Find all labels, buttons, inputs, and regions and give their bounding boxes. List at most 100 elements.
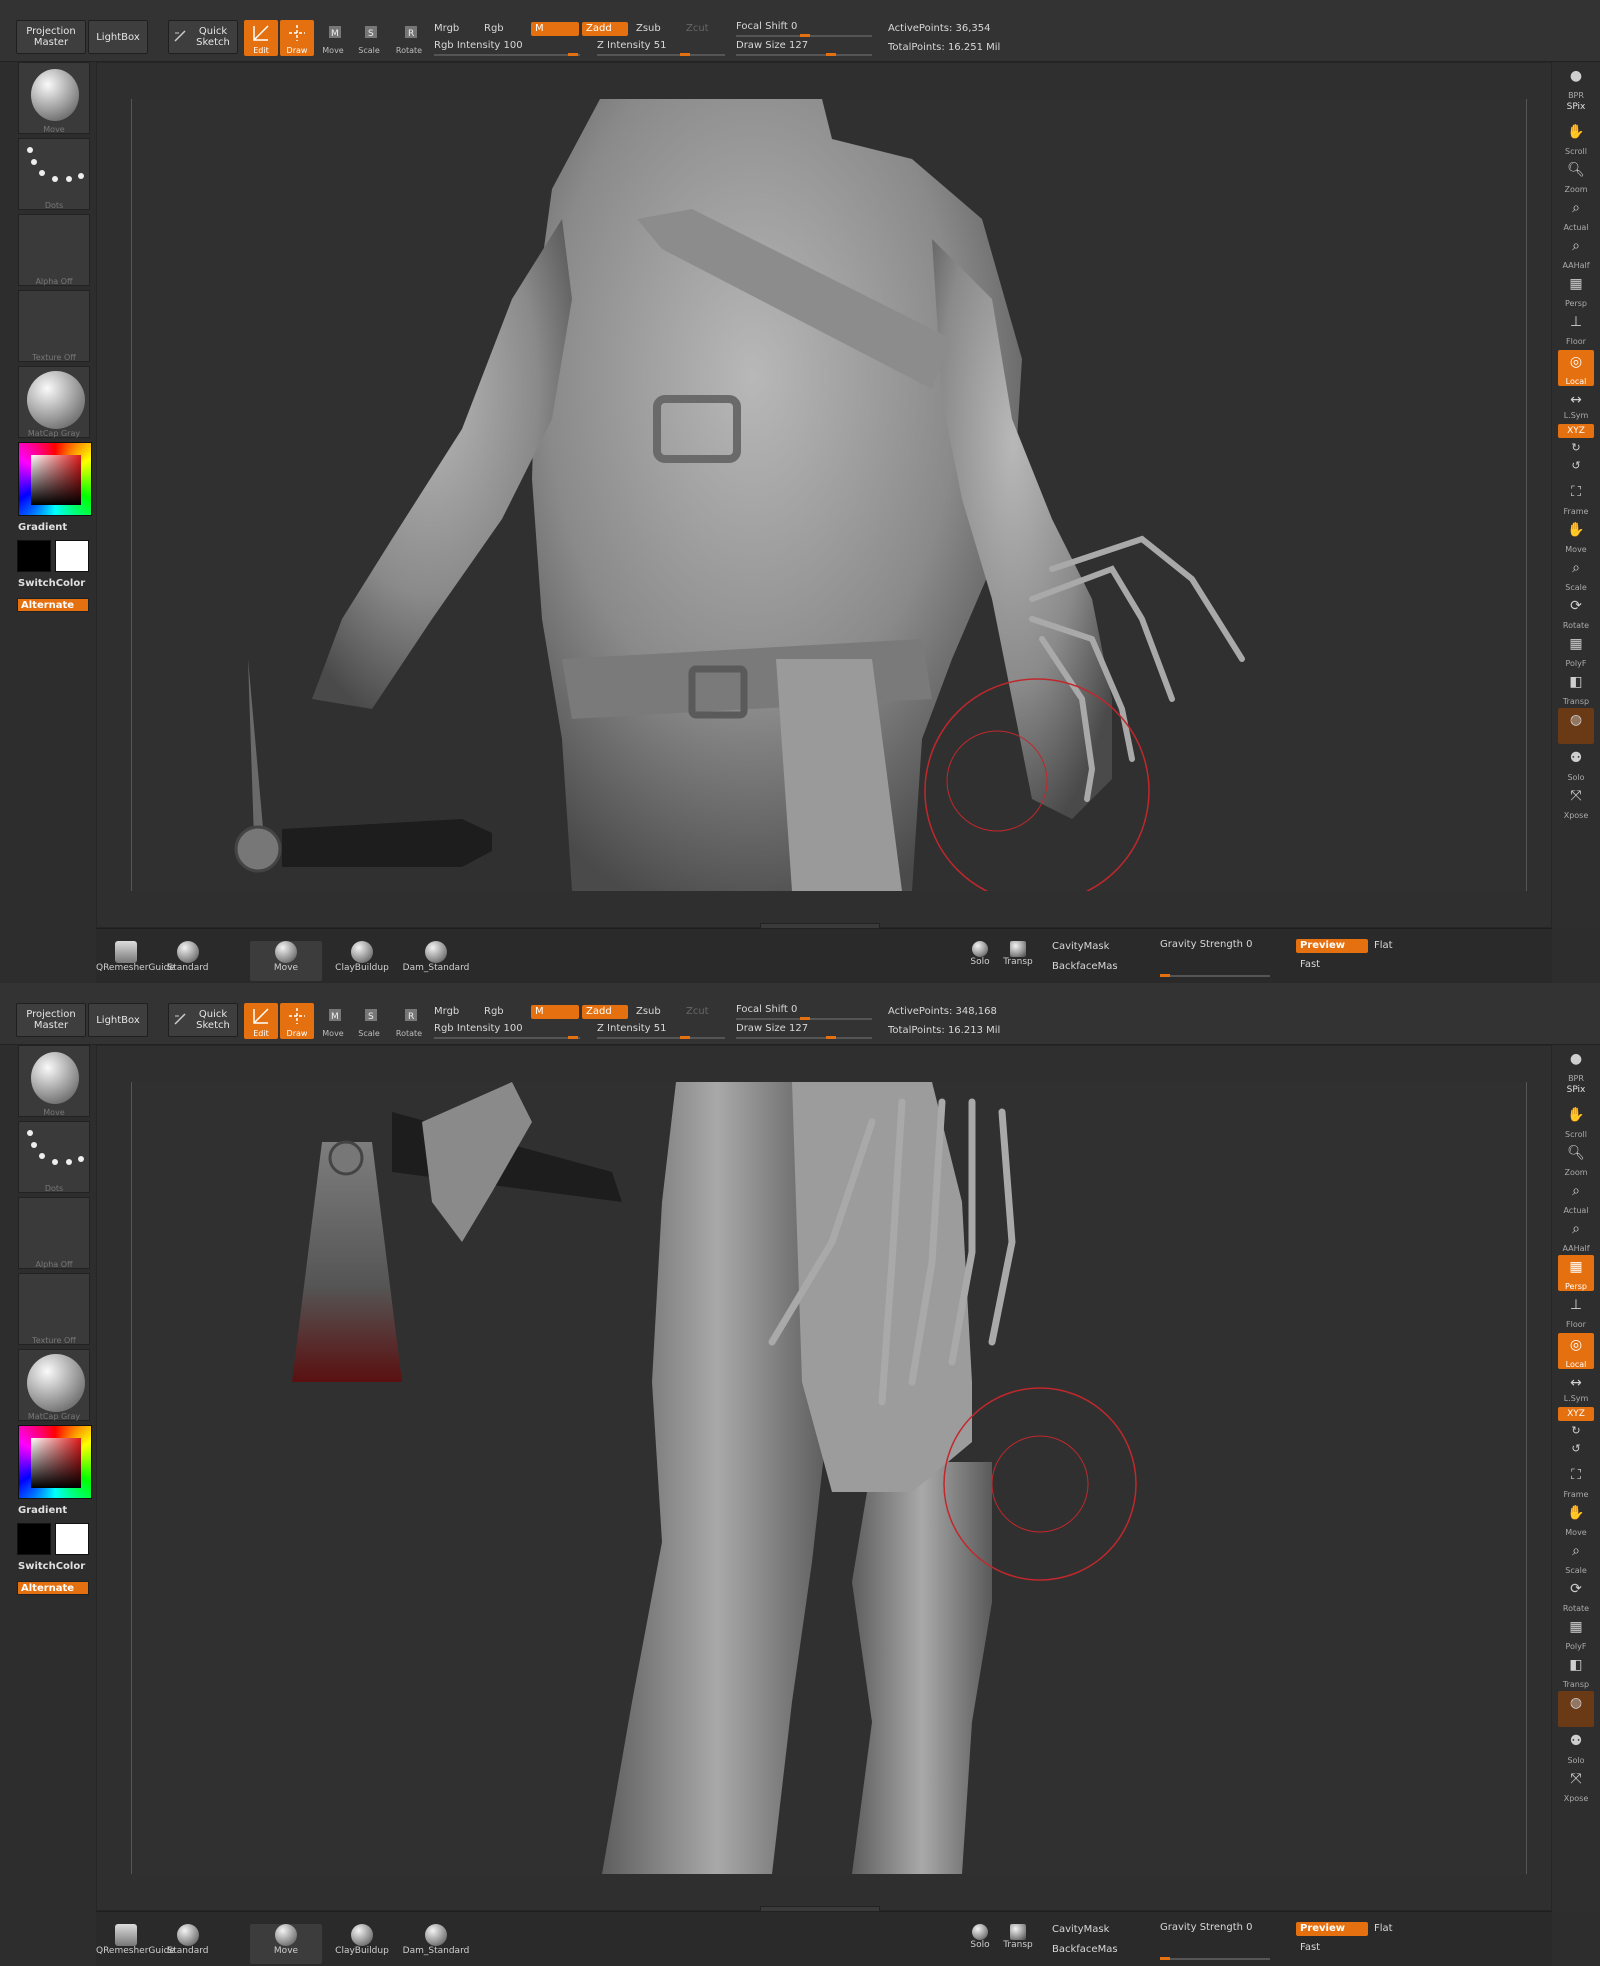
persp-button[interactable]: ▦ Persp [1558,272,1594,308]
rotate-y-button[interactable]: ↻ [1558,1423,1594,1439]
quick-sketch-button[interactable]: Quick Sketch [168,20,238,54]
flat-button[interactable]: Flat [1374,1923,1393,1934]
transp-button[interactable]: ◧ Transp [1558,670,1594,706]
preview-button[interactable]: Preview [1296,1922,1368,1936]
focal-shift-knob[interactable] [800,34,810,37]
scale-mode-button[interactable]: S Scale [352,20,386,56]
move-view-button[interactable]: ✋ Move [1558,518,1594,554]
main-color-swatch[interactable] [17,540,51,572]
lightbox-button[interactable]: LightBox [88,1003,148,1037]
zadd-toggle[interactable]: Zadd [582,22,628,36]
mrgb-toggle[interactable]: Mrgb [434,1006,459,1017]
fast-button[interactable]: Fast [1300,1942,1320,1953]
stroke-thumbnail[interactable]: Dots [18,138,90,210]
xyz-button[interactable]: XYZ [1558,1407,1594,1421]
scroll-button[interactable]: ✋ Scroll [1558,1103,1594,1139]
xpose-button[interactable]: ⤧ Xpose [1558,1767,1594,1803]
draw-size-knob[interactable] [826,53,836,56]
brush-thumbnail[interactable]: Move [18,1045,90,1117]
alternate-button[interactable]: Alternate [17,1581,89,1595]
quick-sketch-button[interactable]: Quick Sketch [168,1003,238,1037]
scale-view-button[interactable]: ⌕ Scale [1558,556,1594,592]
actual-button[interactable]: ⌕ Actual [1558,196,1594,232]
lsym-button[interactable]: ↔ L.Sym [1558,392,1594,420]
rgb-intensity-slider[interactable] [434,54,580,56]
solo-button[interactable]: Solo [962,1924,998,1964]
texture-thumbnail[interactable]: Texture Off [18,290,90,362]
alpha-thumbnail[interactable]: Alpha Off [18,214,90,286]
preview-button[interactable]: Preview [1296,939,1368,953]
local-button[interactable]: ◎ Local [1558,1333,1594,1369]
material-thumbnail[interactable]: MatCap Gray [18,366,90,438]
gravity-strength-knob[interactable] [1160,974,1170,977]
sculpt-canvas[interactable] [131,1082,1527,1874]
cavitymask-toggle[interactable]: CavityMask [1052,1924,1109,1935]
m-toggle[interactable]: M [531,22,579,36]
gravity-strength-slider[interactable] [1160,1958,1270,1960]
material-thumbnail[interactable]: MatCap Gray [18,1349,90,1421]
rotate-z-button[interactable]: ↺ [1558,458,1594,474]
switchcolor-button[interactable]: SwitchColor [18,578,85,589]
brush-claybuildup[interactable]: ClayBuildup [332,941,392,981]
secondary-color-swatch[interactable] [55,1523,89,1555]
xpose-button[interactable]: ⤧ Xpose [1558,784,1594,820]
m-toggle[interactable]: M [531,1005,579,1019]
solo-button[interactable]: Solo [962,941,998,981]
draw-size-slider[interactable] [736,1037,872,1039]
document-viewport[interactable] [96,1045,1552,1911]
sculpt-canvas[interactable] [131,99,1527,891]
fast-button[interactable]: Fast [1300,959,1320,970]
persp-button[interactable]: ▦ Persp [1558,1255,1594,1291]
brush-qremesherguide[interactable]: QRemesherGuide [96,1924,175,1964]
frame-button[interactable]: ⛶ Frame [1558,480,1594,516]
z-intensity-knob[interactable] [680,1036,690,1039]
aahalf-button[interactable]: ⌕ AAHalf [1558,1217,1594,1253]
rgb-intensity-slider[interactable] [434,1037,580,1039]
rgb-toggle[interactable]: Rgb [484,23,504,34]
spix-control[interactable]: SPix [1558,1085,1594,1095]
solo-view-button[interactable]: ⚉ Solo [1558,1729,1594,1765]
alpha-thumbnail[interactable]: Alpha Off [18,1197,90,1269]
rgb-toggle[interactable]: Rgb [484,1006,504,1017]
aahalf-button[interactable]: ⌕ AAHalf [1558,234,1594,270]
zcut-toggle[interactable]: Zcut [686,1006,709,1017]
focal-shift-knob[interactable] [800,1017,810,1020]
color-picker-square[interactable] [31,1438,81,1488]
zoom-button[interactable]: 🔍︎ Zoom [1558,1141,1594,1177]
brush-standard[interactable]: Standard [158,941,218,981]
zadd-toggle[interactable]: Zadd [582,1005,628,1019]
shelf-resize-handle[interactable] [760,923,880,929]
transp-bottom-button[interactable]: Transp [1000,941,1036,981]
texture-thumbnail[interactable]: Texture Off [18,1273,90,1345]
gravity-strength-knob[interactable] [1160,1957,1170,1960]
transp-bottom-button[interactable]: Transp [1000,1924,1036,1964]
rotate-z-button[interactable]: ↺ [1558,1441,1594,1457]
backfacemask-toggle[interactable]: BackfaceMas [1052,961,1118,972]
brush-thumbnail[interactable]: Move [18,62,90,134]
z-intensity-slider[interactable] [597,54,725,56]
draw-size-knob[interactable] [826,1036,836,1039]
lightbox-button[interactable]: LightBox [88,20,148,54]
ghost-button[interactable]: ◍ [1558,708,1594,744]
brush-dam-standard[interactable]: Dam_Standard [400,1924,472,1964]
polyf-button[interactable]: ▦ PolyF [1558,632,1594,668]
color-picker[interactable] [18,1425,92,1499]
rotate-view-button[interactable]: ⟳ Rotate [1558,594,1594,630]
cavitymask-toggle[interactable]: CavityMask [1052,941,1109,952]
document-viewport[interactable] [96,62,1552,928]
lsym-button[interactable]: ↔ L.Sym [1558,1375,1594,1403]
rotate-y-button[interactable]: ↻ [1558,440,1594,456]
brush-standard[interactable]: Standard [158,1924,218,1964]
move-view-button[interactable]: ✋ Move [1558,1501,1594,1537]
stroke-thumbnail[interactable]: Dots [18,1121,90,1193]
projection-master-button[interactable]: Projection Master [16,20,86,54]
z-intensity-slider[interactable] [597,1037,725,1039]
brush-qremesherguide[interactable]: QRemesherGuide [96,941,175,981]
gradient-label[interactable]: Gradient [18,1505,67,1516]
rotate-view-button[interactable]: ⟳ Rotate [1558,1577,1594,1613]
move-mode-button[interactable]: M Move [316,1003,350,1039]
bpr-button[interactable]: ● BPR [1558,64,1594,100]
secondary-color-swatch[interactable] [55,540,89,572]
scale-mode-button[interactable]: S Scale [352,1003,386,1039]
bpr-button[interactable]: ● BPR [1558,1047,1594,1083]
